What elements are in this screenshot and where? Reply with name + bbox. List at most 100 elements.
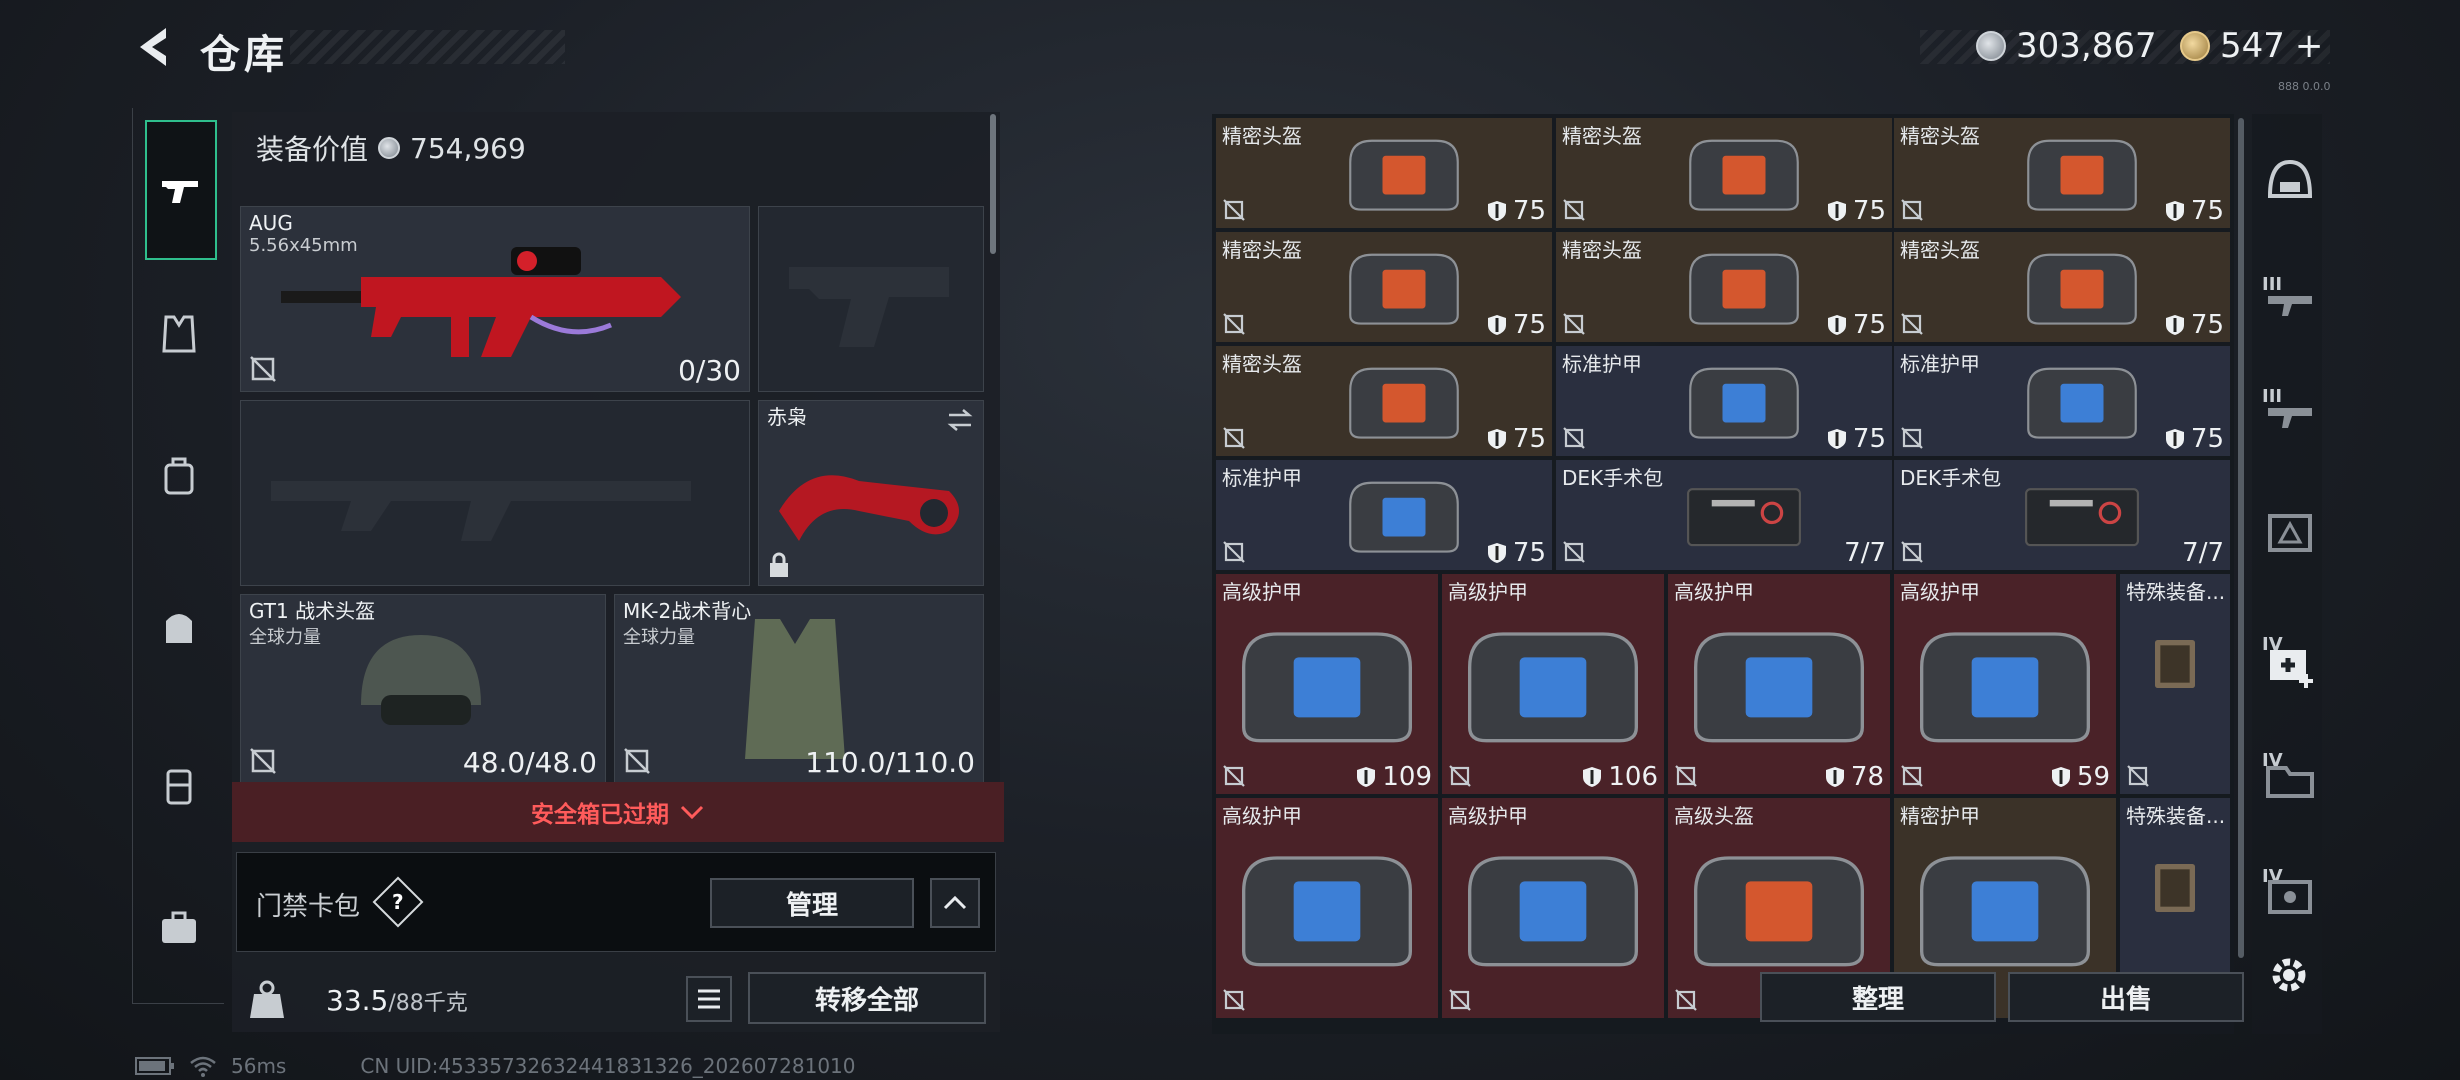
storage-item[interactable]: DEK手术包 7/7 xyxy=(1556,460,1892,570)
shield-icon xyxy=(1487,201,1506,221)
filter-tier3-rifle[interactable] xyxy=(2262,272,2318,328)
storage-item[interactable]: 高级护甲 xyxy=(1216,798,1438,1018)
storage-item[interactable]: 精密头盔 75 xyxy=(1216,118,1552,228)
vest-brand: 全球力量 xyxy=(623,627,695,648)
unbound-icon xyxy=(1223,989,1245,1011)
settings-button[interactable] xyxy=(2264,950,2314,1000)
item-name: 精密头盔 xyxy=(1900,124,1980,148)
storage-scrollbar[interactable] xyxy=(2238,118,2244,958)
item-value-text: 7/7 xyxy=(2182,538,2224,568)
armor-item-image xyxy=(1920,632,2090,743)
swap-icon[interactable] xyxy=(945,407,975,433)
nav-rig[interactable] xyxy=(145,752,213,820)
secondary-weapon-slot-empty[interactable] xyxy=(240,400,750,586)
collapse-button[interactable] xyxy=(930,878,980,928)
melee-slot[interactable]: 赤枭 xyxy=(758,400,984,586)
filter-helmet[interactable] xyxy=(2262,152,2318,208)
storage-item[interactable]: 标准护甲 75 xyxy=(1216,460,1552,570)
unbound-icon xyxy=(1901,199,1923,221)
vest-durability: 110.0/110.0 xyxy=(805,746,975,779)
back-arrow-icon[interactable] xyxy=(130,22,180,72)
sell-button[interactable]: 出售 xyxy=(2008,972,2244,1022)
item-name: DEK手术包 xyxy=(1900,466,2002,490)
storage-item[interactable]: 精密头盔 75 xyxy=(1216,232,1552,342)
storage-item[interactable]: 高级护甲 59 xyxy=(1894,574,2116,794)
nav-backpack[interactable] xyxy=(145,442,213,510)
shield-icon xyxy=(2165,201,2184,221)
nav-case[interactable] xyxy=(145,894,213,962)
gear-icon xyxy=(2272,958,2306,992)
storage-item[interactable]: 高级护甲 109 xyxy=(1216,574,1438,794)
rig-icon xyxy=(166,769,192,805)
lock-icon xyxy=(770,552,788,577)
shield-icon xyxy=(1825,767,1844,787)
storage-item[interactable]: 高级护甲 xyxy=(1442,798,1664,1018)
item-value: 59 xyxy=(2051,762,2110,792)
silver-amount: 303,867 xyxy=(2016,26,2157,66)
filter-tier3-case[interactable] xyxy=(2262,502,2318,558)
unbound-icon xyxy=(1223,427,1245,449)
status-bar: 56ms CN UID:45335732632441831326_2026072… xyxy=(135,1054,856,1078)
filter-tier4-folder[interactable] xyxy=(2262,750,2318,806)
item-name: 标准护甲 xyxy=(1562,352,1642,376)
helmet-slot[interactable]: GT1 战术头盔 全球力量 48.0/48.0 xyxy=(240,594,606,784)
storage-item[interactable]: 精密头盔 75 xyxy=(1556,118,1892,228)
medkit-filter-icon xyxy=(2270,650,2313,688)
vest-slot[interactable]: MK-2战术背心 全球力量 110.0/110.0 xyxy=(614,594,984,784)
pistol-slot-empty[interactable] xyxy=(758,206,984,392)
sort-button[interactable]: 整理 xyxy=(1760,972,1996,1022)
page-title: 仓库 xyxy=(200,32,288,78)
help-glyph: ? xyxy=(392,889,404,914)
item-value-text: 59 xyxy=(2076,762,2110,792)
unbound-icon xyxy=(1563,199,1585,221)
storage-item[interactable]: 高级护甲 78 xyxy=(1668,574,1890,794)
version-label: 888 0.0.0 xyxy=(2278,80,2331,93)
storage-item[interactable]: 特殊装备... xyxy=(2120,574,2230,794)
special-item-image xyxy=(2155,864,2195,912)
storage-item[interactable]: 高级护甲 106 xyxy=(1442,574,1664,794)
helmet-item-image xyxy=(1349,367,1459,439)
currency-gold[interactable]: 547 + xyxy=(2180,26,2323,66)
transfer-all-button[interactable]: 转移全部 xyxy=(748,972,986,1024)
nav-bag[interactable] xyxy=(145,592,213,660)
currency-silver: 303,867 xyxy=(1976,26,2157,66)
item-name: 特殊装备... xyxy=(2126,804,2226,828)
unbound-icon xyxy=(624,748,650,774)
item-value-text: 7/7 xyxy=(1844,538,1886,568)
nav-weapons[interactable] xyxy=(145,120,217,260)
filter-tier4-tools[interactable] xyxy=(2262,866,2318,922)
item-value-text: 78 xyxy=(1850,762,1884,792)
unbound-icon xyxy=(250,356,276,382)
list-view-button[interactable] xyxy=(686,976,732,1022)
manage-button[interactable]: 管理 xyxy=(710,878,914,928)
storage-item[interactable]: 精密头盔 75 xyxy=(1556,232,1892,342)
item-value-text: 75 xyxy=(1852,310,1886,340)
helmet-image xyxy=(361,635,481,725)
item-name: 高级护甲 xyxy=(1674,580,1754,604)
filter-tier4-medkit[interactable] xyxy=(2262,634,2318,690)
folder-filter-icon xyxy=(2266,766,2314,798)
item-name: 高级护甲 xyxy=(1448,804,1528,828)
item-value-text: 75 xyxy=(2190,424,2224,454)
item-value: 75 xyxy=(2165,310,2224,340)
unbound-icon xyxy=(250,748,276,774)
safebox-expired-banner[interactable]: 安全箱已过期 xyxy=(232,782,1004,842)
storage-item[interactable]: 精密头盔 75 xyxy=(1894,118,2230,228)
primary-weapon-slot[interactable]: AUG 5.56x45mm 0/30 xyxy=(240,206,750,392)
storage-filter-nav: III III IV IV IV xyxy=(2252,114,2322,1034)
add-gold-icon[interactable]: + xyxy=(2295,26,2324,66)
storage-item[interactable]: 精密头盔 75 xyxy=(1894,232,2230,342)
chevron-up-icon xyxy=(943,895,967,910)
shield-icon xyxy=(1827,201,1846,221)
storage-item[interactable]: 标准护甲 75 xyxy=(1894,346,2230,456)
storage-item[interactable]: 精密头盔 75 xyxy=(1216,346,1552,456)
storage-item[interactable]: 标准护甲 75 xyxy=(1556,346,1892,456)
item-name: 标准护甲 xyxy=(1900,352,1980,376)
silver-coin-icon xyxy=(378,137,401,159)
nav-armor[interactable] xyxy=(145,300,213,368)
rifle-silhouette-icon xyxy=(271,481,691,541)
storage-item[interactable]: DEK手术包 7/7 xyxy=(1894,460,2230,570)
filter-tier3-weapon[interactable] xyxy=(2262,384,2318,440)
unbound-icon xyxy=(1223,313,1245,335)
equipment-scrollbar[interactable] xyxy=(990,114,996,254)
